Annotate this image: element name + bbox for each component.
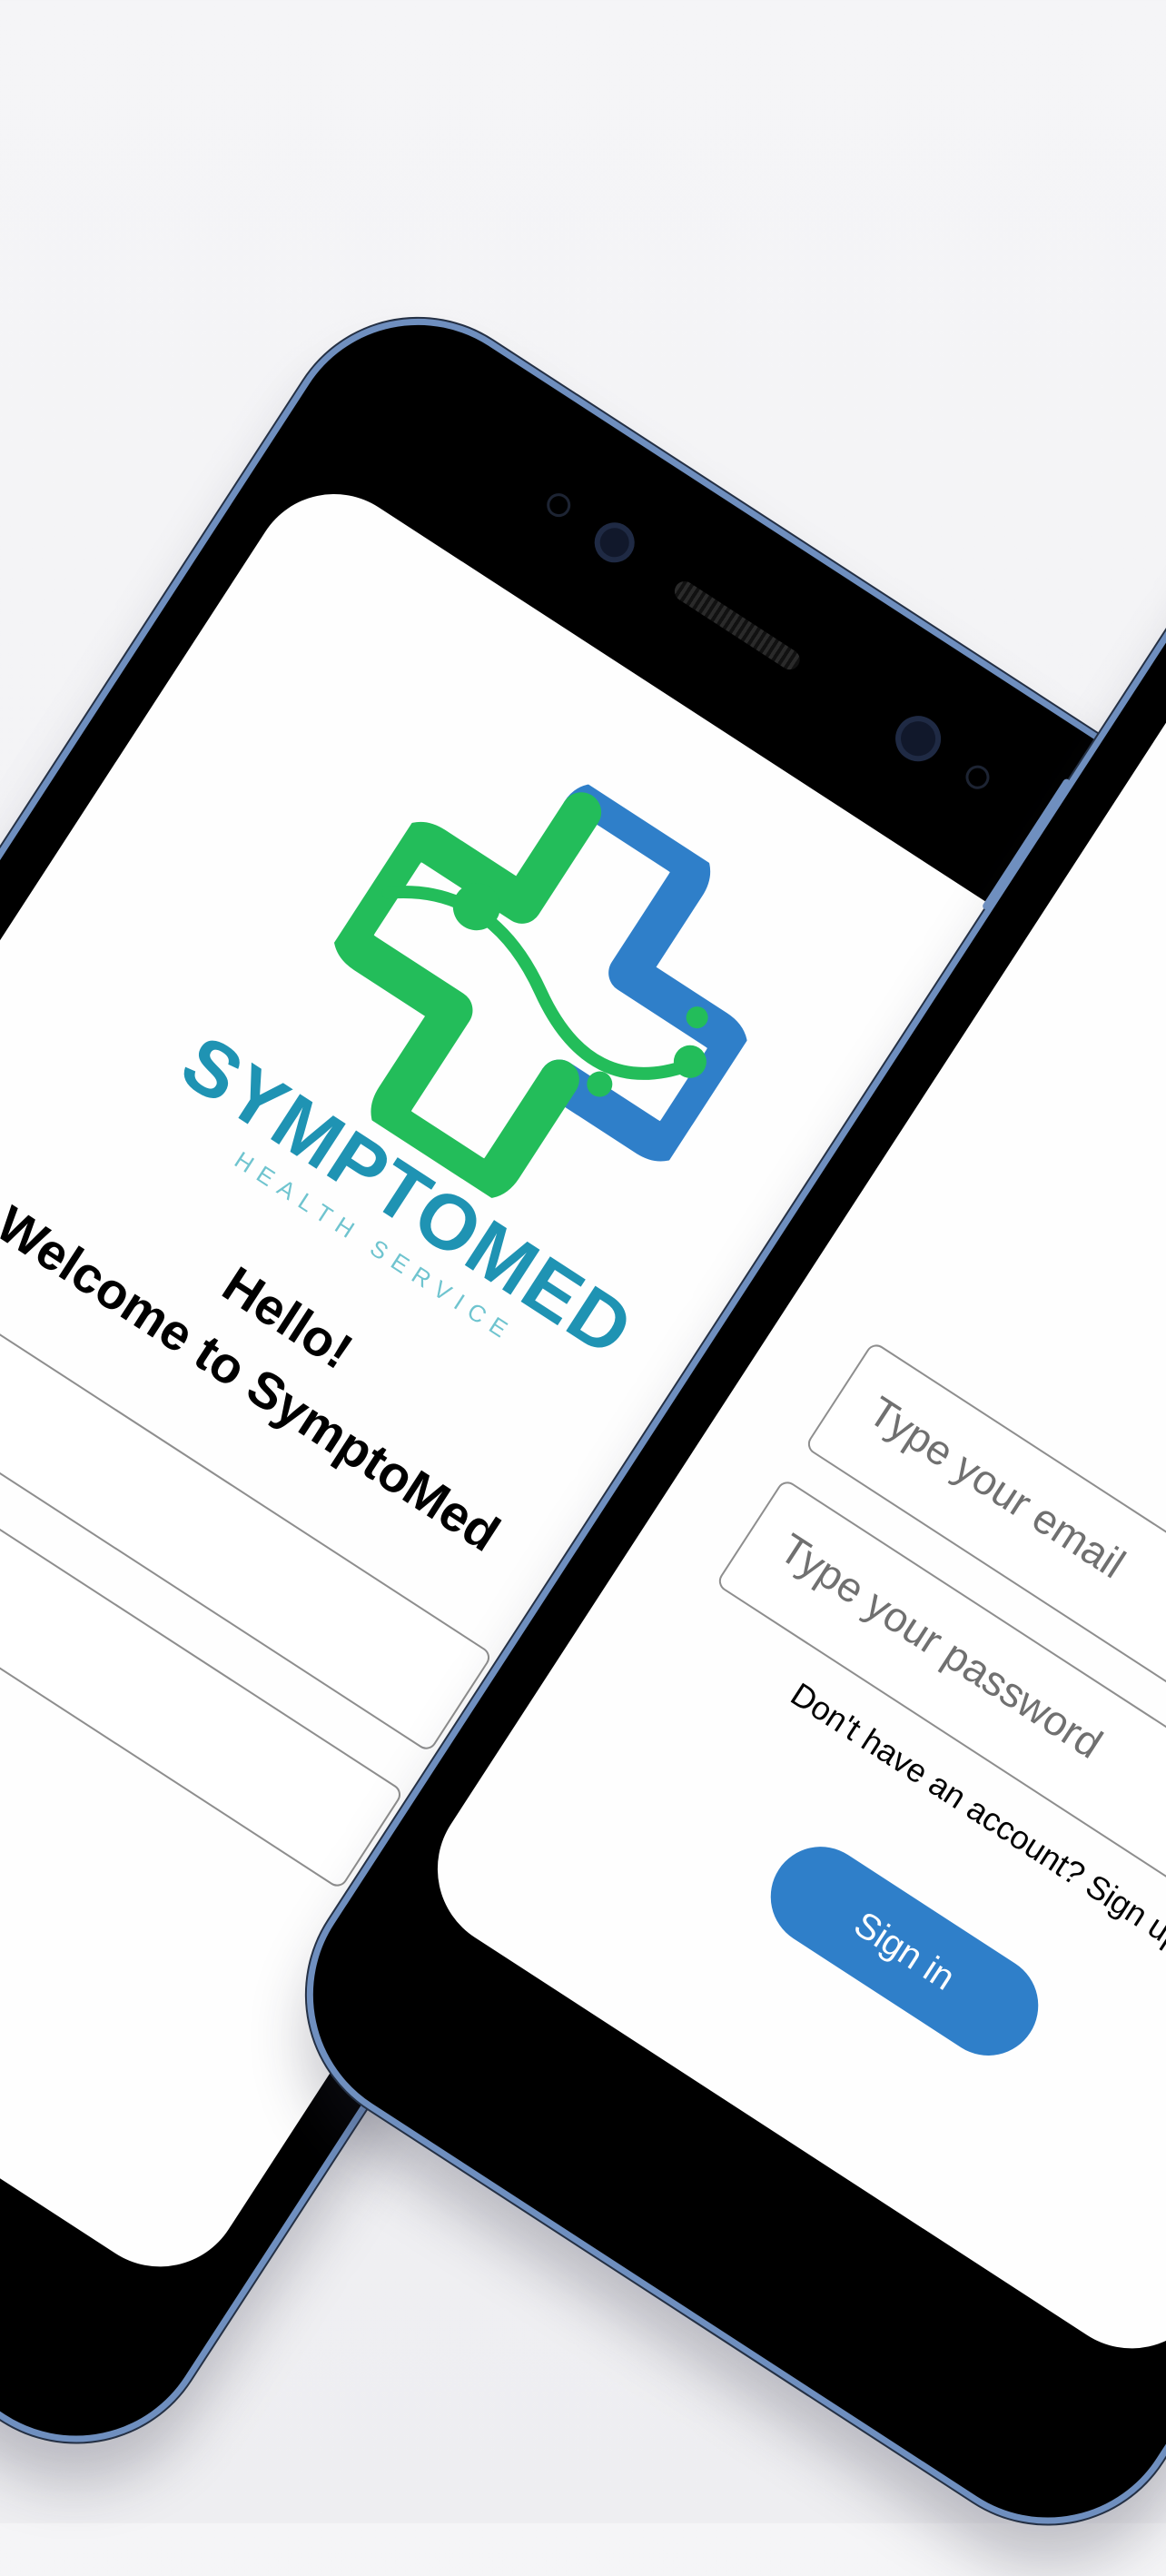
phone-left-iris-led xyxy=(961,760,994,794)
phone-left-front-camera xyxy=(587,514,643,570)
phone-left-iris-camera xyxy=(886,707,950,770)
phone-left-sensor xyxy=(542,489,576,522)
phone-left-speaker xyxy=(670,577,804,674)
signin-button[interactable]: Sign in xyxy=(751,1828,1058,2076)
